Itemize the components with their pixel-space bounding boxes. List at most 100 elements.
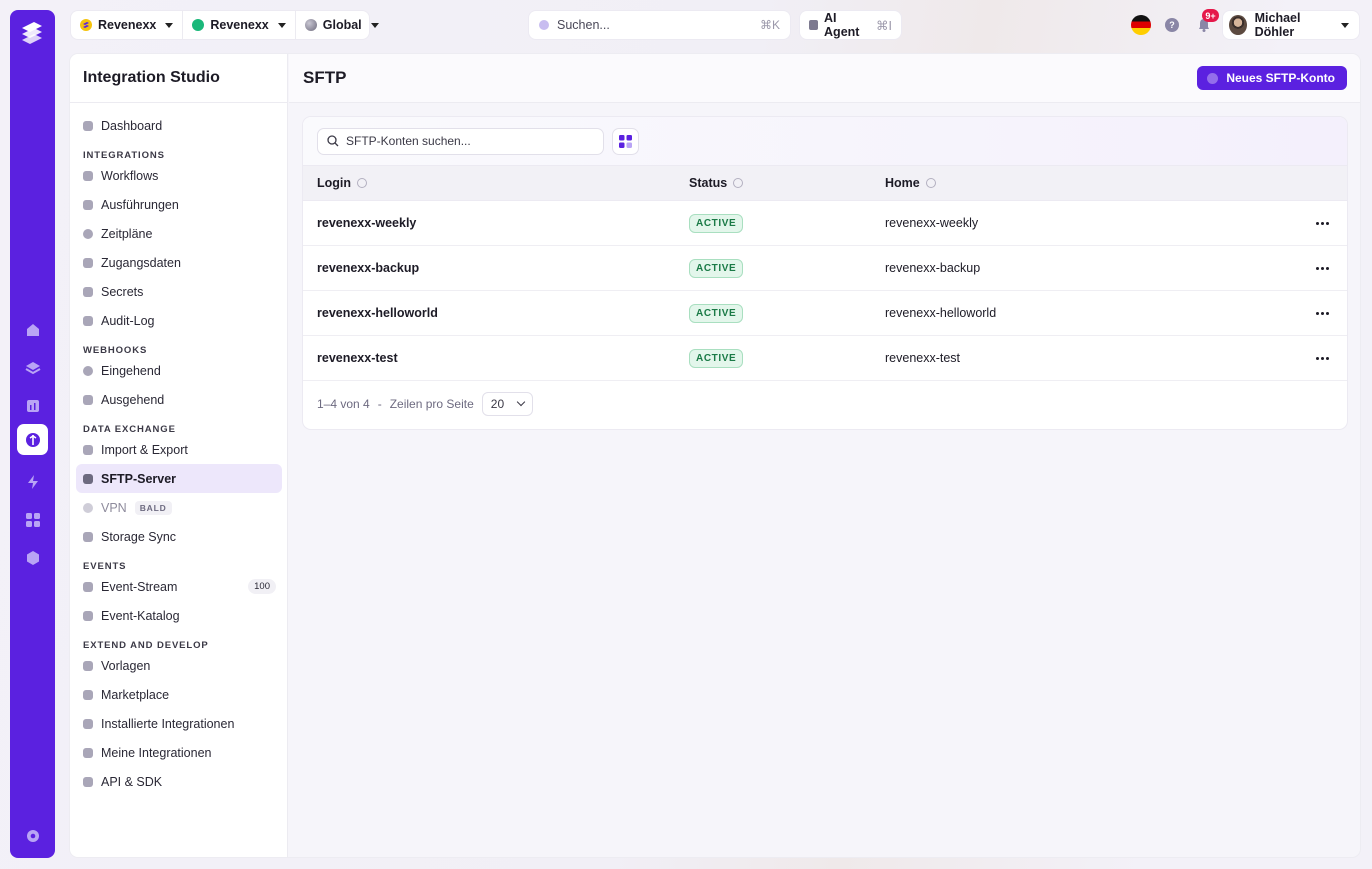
sftp-search-input[interactable]: SFTP-Konten suchen... bbox=[317, 127, 604, 155]
sort-icon bbox=[357, 178, 368, 188]
sidebar-item-incoming[interactable]: Eingehend bbox=[76, 356, 282, 385]
status-badge: ACTIVE bbox=[689, 348, 744, 368]
column-header-status[interactable]: Status bbox=[689, 176, 885, 190]
table-header: Login Status Home bbox=[303, 165, 1347, 201]
sidebar-item-label: Meine Integrationen bbox=[101, 745, 212, 760]
more-icon[interactable] bbox=[1297, 266, 1347, 270]
region-label: Global bbox=[322, 18, 362, 32]
global-search-placeholder: Suchen... bbox=[557, 18, 610, 32]
app-rail bbox=[10, 10, 55, 858]
sidebar-item-label: Audit-Log bbox=[101, 313, 155, 328]
sidebar-item-storage-sync[interactable]: Storage Sync bbox=[76, 522, 282, 551]
chevron-down-icon bbox=[516, 397, 526, 407]
sidebar-item-import-export[interactable]: Import & Export bbox=[76, 435, 282, 464]
sidebar-item-label: Ausgehend bbox=[101, 392, 165, 407]
rail-packages-button[interactable] bbox=[17, 542, 48, 573]
chevron-down-icon bbox=[1341, 22, 1349, 28]
sidebar-item-credentials[interactable]: Zugangsdaten bbox=[76, 248, 282, 277]
shield-check-icon bbox=[83, 315, 93, 326]
pagination-range: 1–4 von 4 bbox=[317, 396, 370, 411]
event-count-badge: 100 bbox=[248, 579, 276, 594]
rail-layers-button[interactable] bbox=[17, 352, 48, 383]
sidebar-item-event-catalog[interactable]: Event-Katalog bbox=[76, 601, 282, 630]
sidebar-item-templates[interactable]: Vorlagen bbox=[76, 651, 282, 680]
login-cell: revenexx-backup bbox=[317, 261, 420, 275]
home-cell: revenexx-backup bbox=[885, 261, 981, 275]
rail-settings-button[interactable] bbox=[17, 820, 48, 851]
vpn-icon bbox=[83, 502, 93, 513]
rail-integrations-button[interactable] bbox=[17, 424, 48, 455]
pagination: 1–4 von 4 - Zeilen pro Seite 20 bbox=[303, 381, 1347, 426]
column-header-login[interactable]: Login bbox=[303, 176, 689, 190]
column-label: Status bbox=[689, 176, 728, 190]
rows-per-page-select[interactable]: 20 bbox=[481, 391, 534, 416]
table-row[interactable]: revenexx-test ACTIVE revenexx-test bbox=[303, 336, 1347, 381]
sidebar-item-installed-integrations[interactable]: Installierte Integrationen bbox=[76, 709, 282, 738]
app-logo-icon[interactable] bbox=[18, 20, 46, 48]
sidebar-item-label: Vorlagen bbox=[101, 658, 151, 673]
sidebar-item-my-integrations[interactable]: Meine Integrationen bbox=[76, 738, 282, 767]
table-row[interactable]: revenexx-helloworld ACTIVE revenexx-hell… bbox=[303, 291, 1347, 336]
status-badge: ACTIVE bbox=[689, 303, 744, 323]
sidebar-item-executions[interactable]: Ausführungen bbox=[76, 190, 282, 219]
chart-icon bbox=[83, 199, 93, 210]
rail-analytics-button[interactable] bbox=[17, 390, 48, 421]
sidebar-item-vpn[interactable]: VPN BALD bbox=[76, 493, 282, 522]
rail-automation-button[interactable] bbox=[17, 466, 48, 497]
view-toggle-button[interactable] bbox=[612, 127, 639, 155]
global-search-input[interactable]: Suchen... ⌘K bbox=[529, 11, 790, 39]
sidebar-item-event-stream[interactable]: Event-Stream 100 bbox=[76, 572, 282, 601]
user-name: Michael Döhler bbox=[1254, 11, 1301, 39]
status-badge: ACTIVE bbox=[689, 258, 744, 278]
clock-icon bbox=[83, 228, 93, 239]
rail-home-button[interactable] bbox=[17, 314, 48, 345]
code-icon bbox=[83, 776, 93, 787]
sidebar-nav: Dashboard INTEGRATIONS Workflows Ausführ… bbox=[76, 111, 282, 796]
coming-soon-badge: BALD bbox=[134, 500, 172, 515]
sftp-search-placeholder: SFTP-Konten suchen... bbox=[346, 134, 471, 148]
column-header-home[interactable]: Home bbox=[885, 176, 1297, 190]
sidebar-item-dashboard[interactable]: Dashboard bbox=[76, 111, 282, 140]
user-menu[interactable]: Michael Döhler bbox=[1223, 11, 1359, 39]
chevron-down-icon bbox=[370, 22, 379, 28]
sidebar-item-outgoing[interactable]: Ausgehend bbox=[76, 385, 282, 414]
table-row[interactable]: revenexx-backup ACTIVE revenexx-backup bbox=[303, 246, 1347, 291]
more-icon[interactable] bbox=[1297, 311, 1347, 315]
home-cell: revenexx-test bbox=[885, 351, 961, 365]
sidebar-item-workflows[interactable]: Workflows bbox=[76, 161, 282, 190]
sidebar-item-secrets[interactable]: Secrets bbox=[76, 277, 282, 306]
robot-icon bbox=[809, 20, 819, 30]
ai-agent-shortcut: ⌘I bbox=[876, 18, 892, 33]
sidebar-item-api-sdk[interactable]: API & SDK bbox=[76, 767, 282, 796]
sidebar-item-label: Workflows bbox=[101, 168, 159, 183]
table-row[interactable]: revenexx-weekly ACTIVE revenexx-weekly bbox=[303, 201, 1347, 246]
sidebar-item-audit-log[interactable]: Audit-Log bbox=[76, 306, 282, 335]
status-badge: ACTIVE bbox=[689, 213, 744, 233]
workspace-selector[interactable]: Revenexx bbox=[182, 11, 294, 39]
de-flag-icon[interactable] bbox=[1131, 15, 1151, 35]
book-icon bbox=[83, 610, 93, 621]
sidebar-item-label: VPN bbox=[101, 500, 127, 515]
sidebar-item-schedules[interactable]: Zeitpläne bbox=[76, 219, 282, 248]
table-toolbar: SFTP-Konten suchen... bbox=[303, 117, 1347, 165]
help-icon[interactable]: ? bbox=[1165, 18, 1179, 32]
organization-selector[interactable]: Revenexx bbox=[71, 11, 182, 39]
login-cell: revenexx-test bbox=[317, 351, 398, 365]
ai-agent-button[interactable]: AI Agent ⌘I bbox=[800, 11, 901, 39]
region-selector[interactable]: Global bbox=[294, 11, 388, 39]
settings-icon bbox=[26, 829, 39, 842]
terminal-icon bbox=[83, 170, 93, 181]
sidebar-item-sftp-server[interactable]: SFTP-Server bbox=[76, 464, 282, 493]
sftp-accounts-card: SFTP-Konten suchen... Login Status Home … bbox=[303, 117, 1347, 429]
green-dot-icon bbox=[192, 19, 205, 31]
sidebar-item-marketplace[interactable]: Marketplace bbox=[76, 680, 282, 709]
rail-apps-button[interactable] bbox=[17, 504, 48, 535]
new-sftp-account-button[interactable]: Neues SFTP-Konto bbox=[1197, 66, 1347, 90]
rows-per-page-label: Zeilen pro Seite bbox=[389, 396, 474, 411]
more-icon[interactable] bbox=[1297, 356, 1347, 360]
chevron-down-icon bbox=[277, 22, 286, 28]
more-icon[interactable] bbox=[1297, 221, 1347, 225]
main-panel: Integration Studio Dashboard INTEGRATION… bbox=[70, 54, 1360, 857]
sidebar-item-label: Marketplace bbox=[101, 687, 170, 702]
new-sftp-account-label: Neues SFTP-Konto bbox=[1226, 71, 1335, 85]
